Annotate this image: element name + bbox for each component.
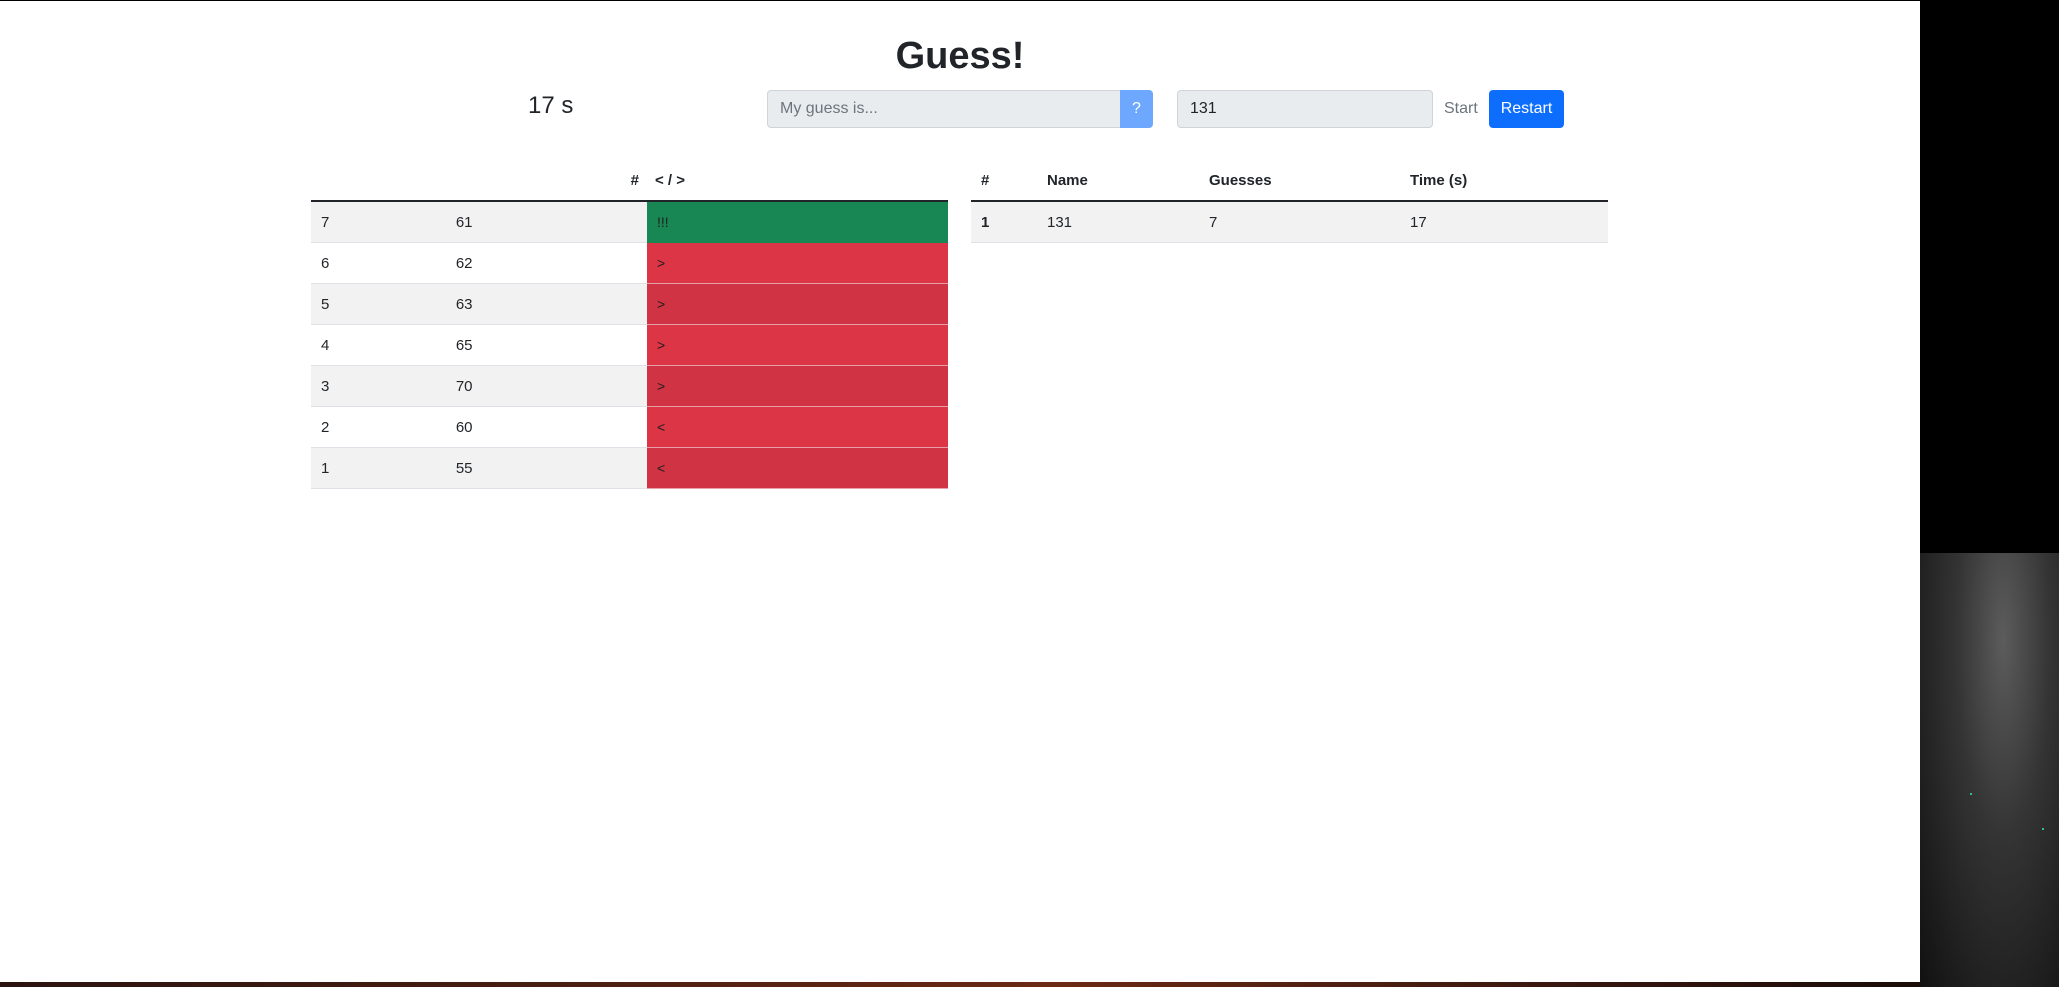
restart-button[interactable]: Restart bbox=[1489, 90, 1564, 128]
desktop-background-image bbox=[1920, 553, 2059, 987]
leaderboard-col-rank: # bbox=[971, 160, 1037, 202]
guess-attempt-number: 4 bbox=[311, 324, 446, 366]
guess-value: 60 bbox=[445, 406, 647, 448]
table-row: 6 62 > bbox=[311, 242, 948, 284]
table-row: 7 61 !!! bbox=[311, 201, 948, 243]
leaderboard-time: 17 bbox=[1400, 201, 1608, 243]
guess-result: > bbox=[646, 242, 948, 284]
table-row: 4 65 > bbox=[311, 324, 948, 366]
name-input[interactable] bbox=[1177, 90, 1433, 128]
guess-result: < bbox=[646, 447, 948, 489]
table-row: 1 55 < bbox=[311, 447, 948, 489]
guess-result: < bbox=[646, 406, 948, 448]
table-row: 5 63 > bbox=[311, 283, 948, 325]
table-row: 2 60 < bbox=[311, 406, 948, 448]
app-window: Guess! 17 s ? Start Restart # < / > 7 61… bbox=[0, 1, 1920, 982]
guess-col-header-empty bbox=[311, 160, 446, 202]
leaderboard-col-guesses: Guesses bbox=[1199, 160, 1400, 202]
guess-attempt-number: 7 bbox=[311, 201, 446, 243]
guess-value: 61 bbox=[445, 201, 647, 243]
guess-attempt-number: 1 bbox=[311, 447, 446, 489]
leaderboard-col-time: Time (s) bbox=[1400, 160, 1608, 202]
guess-result: !!! bbox=[646, 201, 948, 243]
guess-value: 63 bbox=[445, 283, 647, 325]
start-button[interactable]: Start bbox=[1440, 90, 1482, 128]
guess-attempt-number: 6 bbox=[311, 242, 446, 284]
guess-attempt-number: 3 bbox=[311, 365, 446, 407]
guess-value: 65 bbox=[445, 324, 647, 366]
leaderboard-name: 131 bbox=[1037, 201, 1199, 243]
guess-value: 70 bbox=[445, 365, 647, 407]
guess-attempt-number: 2 bbox=[311, 406, 446, 448]
leaderboard-table: # Name Guesses Time (s) 1 131 7 17 bbox=[971, 160, 1608, 243]
guess-result: > bbox=[646, 283, 948, 325]
leaderboard-guesses: 7 bbox=[1199, 201, 1400, 243]
guess-input[interactable] bbox=[767, 90, 1121, 128]
guess-value: 62 bbox=[445, 242, 647, 284]
table-row: 3 70 > bbox=[311, 365, 948, 407]
green-speck bbox=[2042, 828, 2044, 830]
leaderboard-rank: 1 bbox=[971, 201, 1037, 243]
page-title: Guess! bbox=[895, 35, 1025, 77]
leaderboard-col-name: Name bbox=[1037, 160, 1199, 202]
guess-col-header-number: # bbox=[445, 160, 647, 202]
guess-result: > bbox=[646, 365, 948, 407]
submit-guess-button[interactable]: ? bbox=[1120, 90, 1153, 128]
guess-history-table: # < / > 7 61 !!! 6 62 > 5 63 > 4 65 > 3 … bbox=[311, 160, 948, 489]
guess-attempt-number: 5 bbox=[311, 283, 446, 325]
leaderboard-header-row: # Name Guesses Time (s) bbox=[971, 160, 1608, 202]
guess-value: 55 bbox=[445, 447, 647, 489]
desktop-bottom-strip bbox=[0, 982, 1920, 987]
green-speck bbox=[1970, 793, 1972, 795]
guess-col-header-compare: < / > bbox=[646, 160, 948, 202]
table-row: 1 131 7 17 bbox=[971, 201, 1608, 243]
timer-display: 17 s bbox=[528, 92, 574, 119]
guess-table-header-row: # < / > bbox=[311, 160, 948, 202]
guess-result: > bbox=[646, 324, 948, 366]
